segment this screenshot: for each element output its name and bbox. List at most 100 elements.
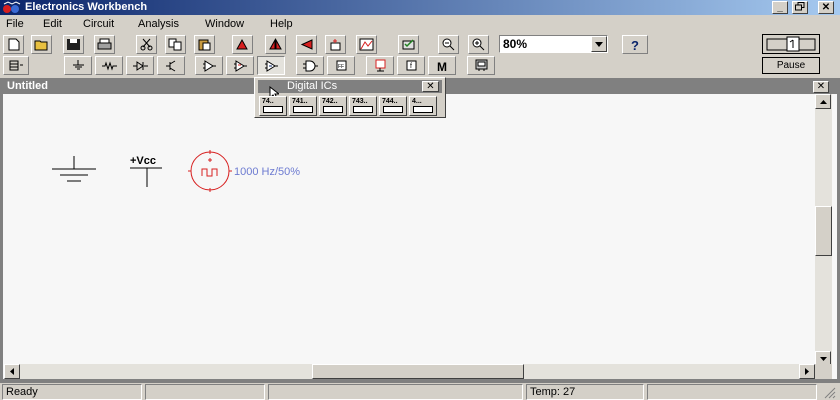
parts-basic-button[interactable] [95,56,123,75]
print-button[interactable] [94,35,115,54]
power-switch[interactable] [762,34,820,54]
ic-741-button[interactable]: 741.. [289,96,317,116]
arrow-right-icon [805,368,809,375]
parts-controls-button[interactable]: f [397,56,425,75]
help-button[interactable]: ? [622,35,648,54]
ic-743-label: 743.. [352,98,368,105]
close-button[interactable]: ✕ [818,1,834,14]
chip-icon [353,106,373,113]
instrument-icon [475,59,487,71]
printer-icon [97,38,112,50]
parts-indicators-button[interactable] [366,56,394,75]
favorites-bin-icon [9,60,23,71]
parts-digital-button[interactable]: FF [327,56,355,75]
copy-icon [168,38,182,51]
status-message: Ready [2,384,142,400]
parts-miscellaneous-button[interactable]: M [428,56,456,75]
subcircuit-icon [330,39,341,51]
component-properties-button[interactable] [398,35,419,54]
vcc-component[interactable] [128,166,166,188]
horizontal-scrollbar[interactable] [4,364,815,379]
chip-icon [323,106,343,113]
parts-instruments-button[interactable] [467,56,495,75]
scroll-left-button[interactable] [4,364,20,379]
zoom-in-button[interactable] [468,35,489,54]
zoom-out-button[interactable] [438,35,459,54]
transistor-icon [165,60,175,72]
zoom-value: 80% [503,37,528,51]
ic-742-button[interactable]: 742.. [319,96,347,116]
restore-icon [795,2,805,11]
cut-button[interactable] [136,35,157,54]
ic-74-label: 74.. [262,98,274,105]
ic-4000-button[interactable]: 4... [409,96,437,116]
parts-favorites-button[interactable] [3,56,29,75]
palette-title[interactable]: Digital ICs [258,80,442,93]
ic-743-button[interactable]: 743.. [349,96,377,116]
parts-mixed-ics-button[interactable] [226,56,254,75]
resistor-icon [101,61,117,71]
zoom-in-icon [472,38,485,51]
subcircuit-button[interactable] [325,35,346,54]
menu-help[interactable]: Help [270,17,293,31]
status-panel-2 [145,384,265,400]
ic-742-label: 742.. [322,98,338,105]
new-button[interactable] [3,35,24,54]
flip-horizontal-button[interactable] [265,35,286,54]
flip-flop-icon: FF [336,60,346,71]
menu-analysis[interactable]: Analysis [138,17,179,31]
graph-button[interactable] [356,35,377,54]
chip-icon [293,106,313,113]
menu-file[interactable]: File [6,17,24,31]
arrow-left-icon [10,368,14,375]
vertical-scroll-thumb[interactable] [815,206,832,256]
ground-component[interactable] [50,156,98,186]
scissors-icon [140,38,153,51]
open-folder-icon [34,40,48,51]
flip-vertical-button[interactable] [296,35,317,54]
parts-analog-ics-button[interactable] [195,56,223,75]
chip-icon [413,106,433,113]
vertical-scrollbar[interactable] [815,94,832,366]
open-button[interactable] [31,35,52,54]
menu-circuit[interactable]: Circuit [83,17,114,31]
pause-button[interactable]: Pause [762,57,820,74]
clock-source-component[interactable] [186,150,234,192]
logic-gate-icon [302,60,318,72]
chevron-down-icon [595,41,603,47]
properties-icon [402,39,415,50]
parts-diodes-button[interactable] [126,56,154,75]
save-button[interactable] [63,35,84,54]
copy-button[interactable] [165,35,186,54]
parts-logic-gates-button[interactable] [296,56,324,75]
horizontal-scroll-thumb[interactable] [312,364,524,379]
graph-icon [359,38,374,51]
palette-close-button[interactable]: ✕ [422,81,439,92]
svg-text:?: ? [631,38,639,51]
status-panel-3 [268,384,523,400]
parts-sources-button[interactable] [64,56,92,75]
zoom-dropdown-button[interactable] [591,36,607,52]
restore-button[interactable] [792,1,808,14]
minimize-button[interactable]: _ [772,1,788,14]
ic-744-button[interactable]: 744.. [379,96,407,116]
new-file-icon [8,38,20,51]
parts-digital-ics-button[interactable] [257,56,285,75]
menu-edit[interactable]: Edit [43,17,62,31]
parts-transistors-button[interactable] [157,56,185,75]
ic-74-button[interactable]: 74.. [259,96,287,116]
misc-m-icon: M [437,60,447,72]
ground-icon [72,60,84,70]
zoom-select[interactable]: 80% [499,35,608,53]
flip-horizontal-icon [269,38,282,50]
document-close-button[interactable]: ✕ [813,81,829,93]
menu-window[interactable]: Window [205,17,244,31]
clock-frequency-label: 1000 Hz/50% [234,166,301,178]
circuit-canvas[interactable] [2,80,838,380]
scroll-up-button[interactable] [815,94,831,109]
rotate-button[interactable] [232,35,253,54]
paste-button[interactable] [194,35,215,54]
ic-741-label: 741.. [292,98,308,105]
scroll-right-button[interactable] [799,364,815,379]
resize-grip-icon[interactable] [824,387,836,399]
